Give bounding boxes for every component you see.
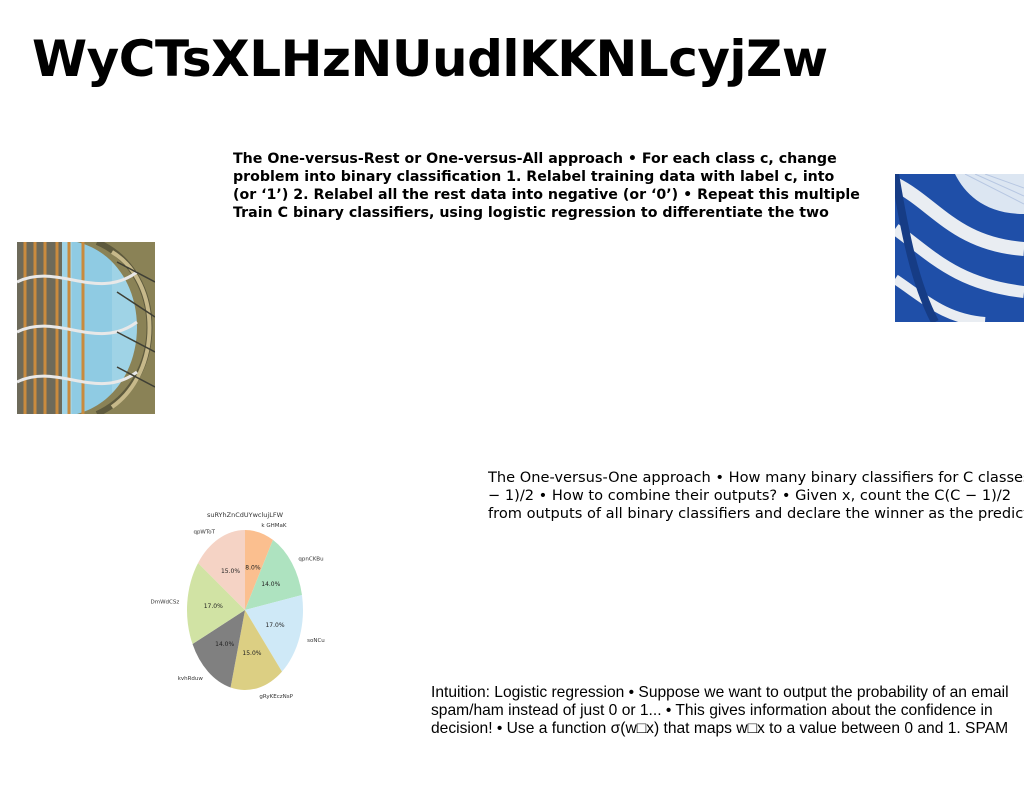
slice-category-label: soNCu (307, 638, 325, 644)
slice-category-label: gRyKEczNsP (259, 694, 293, 700)
chart-title: suRYhZnCdUYwclujLFW (207, 511, 284, 519)
slice-percent-label: 8.0% (245, 564, 261, 571)
slice-percent-label: 17.0% (265, 622, 284, 629)
slice-category-label: kvhRduw (178, 676, 204, 682)
text-line: problem into binary classification 1. Re… (233, 169, 835, 185)
slice-percent-label: 17.0% (204, 603, 223, 610)
text-line: Train C binary classifiers, using logist… (233, 205, 829, 221)
text-line: spam/ham instead of just 0 or 1... • Thi… (431, 702, 993, 719)
text-line: decision! • Use a function σ(w□x) that m… (431, 720, 1009, 737)
slice-category-label: qpnCKBu (298, 556, 323, 562)
pie-chart: suRYhZnCdUYwclujLFW 8.0% k GHMaK 14.0% qpnC… (140, 505, 340, 705)
slice-category-label: qpWToT (193, 530, 215, 536)
logistic-regression-text: Intuition: Logistic regression • Suppose… (431, 684, 1024, 738)
text-line: Intuition: Logistic regression • Suppose… (431, 684, 1009, 701)
pie-chart-svg: suRYhZnCdUYwclujLFW 8.0% k GHMaK 14.0% qpnC… (151, 511, 325, 700)
text-line: from outputs of all binary classifiers a… (488, 505, 1024, 522)
slice-percent-label: 15.0% (221, 568, 240, 575)
one-vs-rest-text: The One-versus-Rest or One-versus-All ap… (233, 150, 873, 222)
text-line: − 1)/2 • How to combine their outputs? •… (488, 487, 1012, 504)
text-line: (or ‘1’) 2. Relabel all the rest data in… (233, 187, 860, 203)
spiral-staircase-image (17, 242, 155, 414)
slide-title: WyCTsXLHzNUudlKKNLcyjZw (32, 30, 828, 88)
slice-category-label: DmWdCSz (151, 600, 180, 606)
text-line: The One-versus-Rest or One-versus-All ap… (233, 151, 837, 167)
text-line: The One-versus-One approach • How many b… (488, 469, 1024, 486)
slice-percent-label: 14.0% (261, 581, 280, 588)
building-facade-image (895, 174, 1024, 322)
slice-category-label: k GHMaK (261, 523, 286, 529)
slice-percent-label: 15.0% (242, 650, 261, 657)
one-vs-one-text: The One-versus-One approach • How many b… (488, 469, 1024, 523)
slice-percent-label: 14.0% (215, 641, 234, 648)
